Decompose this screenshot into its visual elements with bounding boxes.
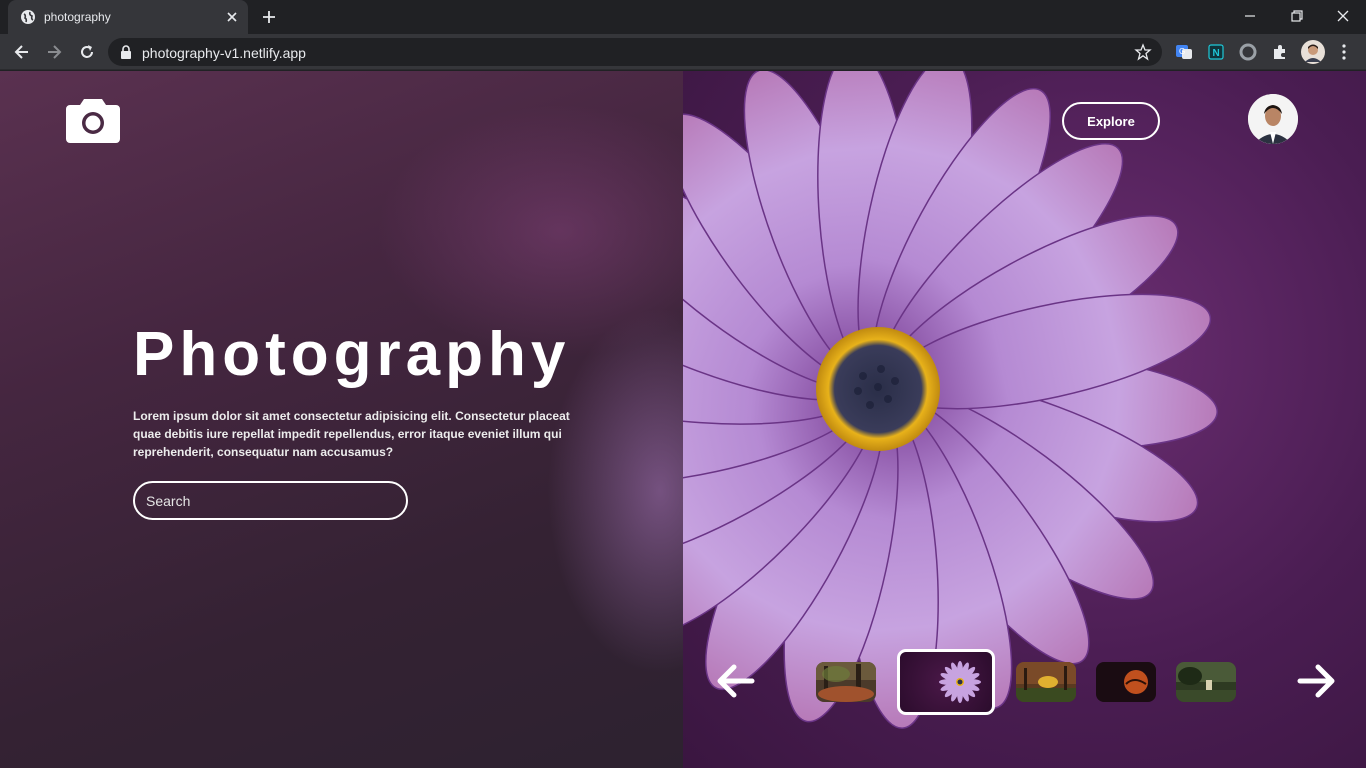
thumbnail-purple-flower-active[interactable]	[897, 649, 995, 715]
lock-icon[interactable]	[120, 45, 132, 59]
tab-title: photography	[44, 10, 111, 24]
svg-text:N: N	[1213, 48, 1220, 59]
close-tab-icon[interactable]	[224, 9, 240, 25]
explore-button[interactable]: Explore	[1062, 102, 1160, 140]
reload-icon[interactable]	[77, 42, 97, 62]
thumbnail-red-moon[interactable]	[1096, 662, 1156, 702]
purple-flower-image	[939, 661, 981, 703]
close-window-icon[interactable]	[1333, 6, 1353, 26]
minimize-icon[interactable]	[1240, 6, 1260, 26]
address-bar[interactable]: photography-v1.netlify.app	[108, 38, 1162, 66]
globe-icon	[21, 10, 35, 24]
new-tab-icon[interactable]	[260, 8, 278, 26]
previous-arrow-icon[interactable]	[716, 661, 756, 701]
red-moon-image	[1096, 662, 1156, 702]
back-icon[interactable]	[12, 42, 32, 62]
svg-text:G: G	[1179, 47, 1185, 56]
thumbnail-sunset-field[interactable]	[1016, 662, 1076, 702]
browser-toolbar: photography-v1.netlify.app G N	[0, 34, 1366, 70]
thumbnail-green-landscape[interactable]	[1176, 662, 1236, 702]
extension-n-icon[interactable]: N	[1206, 42, 1226, 62]
search-input[interactable]	[133, 481, 408, 520]
browser-tab-strip: photography	[0, 0, 1366, 34]
user-photo-icon	[1248, 94, 1298, 144]
restore-icon[interactable]	[1287, 6, 1307, 26]
hero-title: Photography	[133, 320, 571, 389]
user-avatar[interactable]	[1248, 94, 1298, 144]
url-text[interactable]: photography-v1.netlify.app	[142, 45, 306, 61]
sunset-field-image	[1016, 662, 1076, 702]
profile-avatar-icon[interactable]	[1301, 40, 1325, 64]
extension-circle-icon[interactable]	[1238, 42, 1258, 62]
page-viewport: Photography Lorem ipsum dolor sit amet c…	[0, 71, 1366, 768]
hero-description: Lorem ipsum dolor sit amet consectetur a…	[133, 409, 570, 459]
forward-icon[interactable]	[44, 42, 64, 62]
camera-logo-icon[interactable]	[66, 97, 120, 143]
browser-menu-icon[interactable]	[1334, 42, 1354, 62]
extensions-puzzle-icon[interactable]	[1270, 42, 1290, 62]
translate-extension-icon[interactable]: G	[1174, 42, 1194, 62]
forest-image	[816, 662, 876, 702]
next-arrow-icon[interactable]	[1296, 661, 1336, 701]
thumbnail-forest[interactable]	[816, 662, 876, 702]
green-landscape-image	[1176, 662, 1236, 702]
browser-tab[interactable]: photography	[8, 0, 248, 34]
bookmark-star-icon[interactable]	[1134, 43, 1152, 61]
